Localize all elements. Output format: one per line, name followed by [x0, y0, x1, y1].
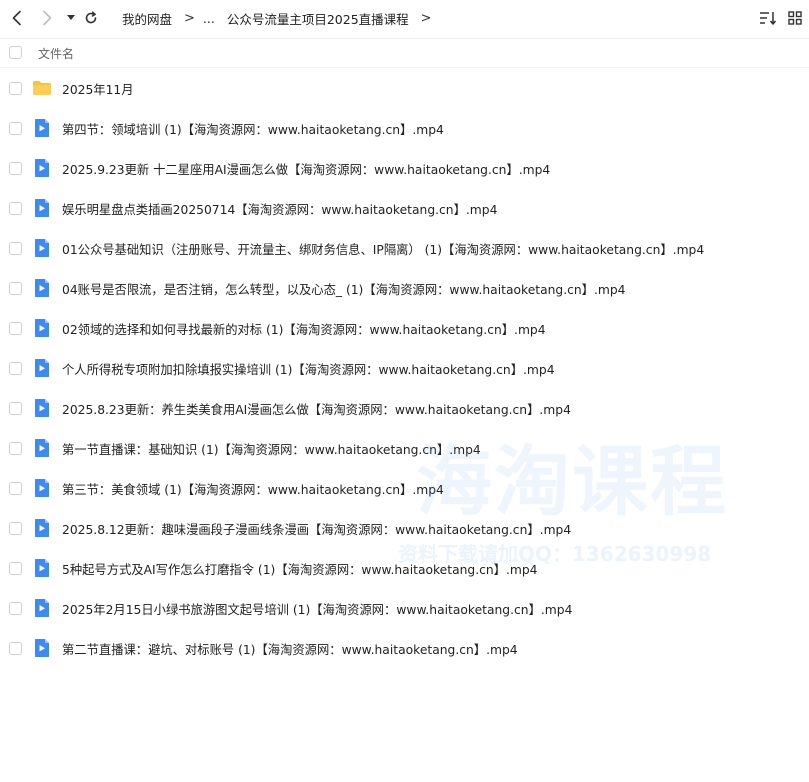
- row-checkbox[interactable]: [9, 362, 22, 375]
- video-file-icon: [32, 118, 52, 138]
- row-checkbox[interactable]: [9, 562, 22, 575]
- file-row[interactable]: 04账号是否限流，是否注销，怎么转型，以及心态_ (1)【海淘资源网：www.h…: [0, 268, 809, 308]
- video-file-icon: [32, 398, 52, 418]
- file-browser-window: 我的网盘 > ... 公众号流量主项目2025直播课程 > 文件名 2025年1…: [0, 0, 809, 782]
- video-file-icon: [32, 158, 52, 178]
- breadcrumb: 我的网盘 > ... 公众号流量主项目2025直播课程 >: [122, 9, 432, 27]
- file-name[interactable]: 02领域的选择和如何寻找最新的对标 (1)【海淘资源网：www.haitaoke…: [62, 320, 546, 338]
- file-name[interactable]: 2025.8.23更新：养生类美食用AI漫画怎么做【海淘资源网：www.hait…: [62, 400, 571, 418]
- breadcrumb-root[interactable]: 我的网盘: [122, 9, 172, 28]
- video-file-icon: [32, 358, 52, 378]
- file-row[interactable]: 第四节：领域培训 (1)【海淘资源网：www.haitaoketang.cn】.…: [0, 108, 809, 148]
- video-file-icon: [32, 278, 52, 298]
- file-name[interactable]: 2025年11月: [62, 80, 134, 98]
- breadcrumb-ellipsis[interactable]: ...: [203, 11, 215, 26]
- video-file-icon: [32, 198, 52, 218]
- grid-view-icon: [788, 11, 802, 25]
- row-checkbox[interactable]: [9, 282, 22, 295]
- grid-view-button[interactable]: [786, 8, 804, 28]
- caret-down-icon: [67, 15, 75, 20]
- row-checkbox[interactable]: [9, 162, 22, 175]
- file-row[interactable]: 第三节：美食领域 (1)【海淘资源网：www.haitaoketang.cn】.…: [0, 468, 809, 508]
- list-header: 文件名: [0, 38, 809, 68]
- file-row[interactable]: 5种起号方式及AI写作怎么打磨指令 (1)【海淘资源网：www.haitaoke…: [0, 548, 809, 588]
- breadcrumb-current[interactable]: 公众号流量主项目2025直播课程: [227, 9, 409, 28]
- row-checkbox[interactable]: [9, 82, 22, 95]
- video-file-icon: [32, 438, 52, 458]
- video-file-icon: [32, 518, 52, 538]
- file-row[interactable]: 2025.8.12更新：趣味漫画段子漫画线条漫画【海淘资源网：www.haita…: [0, 508, 809, 548]
- file-row[interactable]: 02领域的选择和如何寻找最新的对标 (1)【海淘资源网：www.haitaoke…: [0, 308, 809, 348]
- sort-button[interactable]: [758, 8, 778, 28]
- row-checkbox[interactable]: [9, 402, 22, 415]
- chevron-left-icon: [12, 10, 21, 26]
- file-name[interactable]: 第三节：美食领域 (1)【海淘资源网：www.haitaoketang.cn】.…: [62, 480, 444, 498]
- row-checkbox[interactable]: [9, 482, 22, 495]
- refresh-icon: [85, 11, 97, 24]
- sort-icon: [760, 12, 777, 25]
- file-row[interactable]: 2025.9.23更新 十二星座用AI漫画怎么做【海淘资源网：www.haita…: [0, 148, 809, 188]
- file-name[interactable]: 娱乐明星盘点类插画20250714【海淘资源网：www.haitaoketang…: [62, 200, 497, 218]
- folder-icon: [32, 78, 52, 98]
- file-name[interactable]: 2025.8.12更新：趣味漫画段子漫画线条漫画【海淘资源网：www.haita…: [62, 520, 571, 538]
- file-name[interactable]: 第一节直播课：基础知识 (1)【海淘资源网：www.haitaoketang.c…: [62, 440, 481, 458]
- row-checkbox[interactable]: [9, 322, 22, 335]
- row-checkbox[interactable]: [9, 122, 22, 135]
- video-file-icon: [32, 598, 52, 618]
- row-checkbox[interactable]: [9, 202, 22, 215]
- file-name[interactable]: 5种起号方式及AI写作怎么打磨指令 (1)【海淘资源网：www.haitaoke…: [62, 560, 537, 578]
- file-row[interactable]: 2025.8.23更新：养生类美食用AI漫画怎么做【海淘资源网：www.hait…: [0, 388, 809, 428]
- file-name[interactable]: 第四节：领域培训 (1)【海淘资源网：www.haitaoketang.cn】.…: [62, 120, 444, 138]
- breadcrumb-separator: >: [184, 10, 195, 26]
- folder-row[interactable]: 2025年11月: [0, 68, 809, 108]
- file-name[interactable]: 个人所得税专项附加扣除填报实操培训 (1)【海淘资源网：www.haitaoke…: [62, 360, 555, 378]
- select-all-checkbox[interactable]: [9, 46, 22, 59]
- back-button[interactable]: [8, 8, 26, 28]
- file-row[interactable]: 娱乐明星盘点类插画20250714【海淘资源网：www.haitaoketang…: [0, 188, 809, 228]
- file-row[interactable]: 2025年2月15日小绿书旅游图文起号培训 (1)【海淘资源网：www.hait…: [0, 588, 809, 628]
- row-checkbox[interactable]: [9, 242, 22, 255]
- video-file-icon: [32, 318, 52, 338]
- history-dropdown-button[interactable]: [64, 8, 78, 28]
- row-checkbox[interactable]: [9, 442, 22, 455]
- refresh-button[interactable]: [82, 8, 100, 28]
- column-header-filename[interactable]: 文件名: [38, 45, 74, 62]
- file-name[interactable]: 2025.9.23更新 十二星座用AI漫画怎么做【海淘资源网：www.haita…: [62, 160, 550, 178]
- forward-button[interactable]: [38, 8, 56, 28]
- row-checkbox[interactable]: [9, 602, 22, 615]
- file-name[interactable]: 2025年2月15日小绿书旅游图文起号培训 (1)【海淘资源网：www.hait…: [62, 600, 572, 618]
- video-file-icon: [32, 238, 52, 258]
- file-name[interactable]: 第二节直播课：避坑、对标账号 (1)【海淘资源网：www.haitaoketan…: [62, 640, 518, 658]
- file-row[interactable]: 个人所得税专项附加扣除填报实操培训 (1)【海淘资源网：www.haitaoke…: [0, 348, 809, 388]
- row-checkbox[interactable]: [9, 642, 22, 655]
- file-row[interactable]: 01公众号基础知识（注册账号、开流量主、绑财务信息、IP隔离） (1)【海淘资源…: [0, 228, 809, 268]
- toolbar: 我的网盘 > ... 公众号流量主项目2025直播课程 >: [0, 0, 809, 39]
- file-name[interactable]: 04账号是否限流，是否注销，怎么转型，以及心态_ (1)【海淘资源网：www.h…: [62, 280, 626, 298]
- file-name[interactable]: 01公众号基础知识（注册账号、开流量主、绑财务信息、IP隔离） (1)【海淘资源…: [62, 240, 704, 258]
- video-file-icon: [32, 558, 52, 578]
- breadcrumb-separator: >: [420, 10, 432, 26]
- video-file-icon: [32, 638, 52, 658]
- file-row[interactable]: 第一节直播课：基础知识 (1)【海淘资源网：www.haitaoketang.c…: [0, 428, 809, 468]
- file-row[interactable]: 第二节直播课：避坑、对标账号 (1)【海淘资源网：www.haitaoketan…: [0, 628, 809, 668]
- video-file-icon: [32, 478, 52, 498]
- row-checkbox[interactable]: [9, 522, 22, 535]
- chevron-right-icon: [43, 10, 52, 26]
